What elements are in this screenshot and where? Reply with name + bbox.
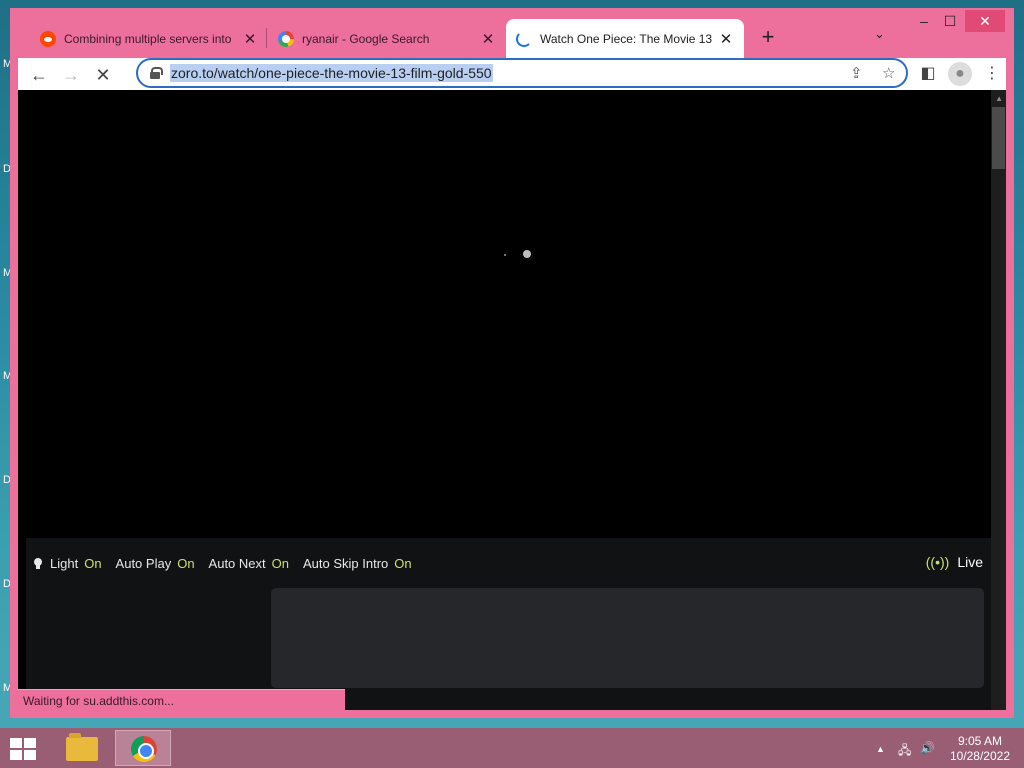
system-clock[interactable]: 9:05 AM 10/28/2022: [950, 734, 1010, 764]
close-tab-icon[interactable]: ✕: [242, 30, 258, 48]
show-hidden-icons-chevron-icon[interactable]: ▲: [876, 744, 885, 754]
volume-icon[interactable]: 🔊: [920, 741, 935, 755]
url-text[interactable]: zoro.to/watch/one-piece-the-movie-13-fil…: [170, 64, 493, 82]
forward-button[interactable]: →: [58, 62, 84, 88]
taskbar-chrome[interactable]: [115, 730, 171, 766]
page-content: Light On Auto Play On Auto Next On Auto …: [18, 90, 1006, 710]
player-toggle-row: Light On Auto Play On Auto Next On Auto …: [26, 538, 991, 588]
windows-taskbar: ▲ 🖧 🔊 9:05 AM 10/28/2022: [0, 728, 1024, 768]
live-button[interactable]: ((•)) Live: [926, 554, 983, 570]
network-icon[interactable]: 🖧: [898, 741, 911, 762]
share-icon[interactable]: ⇪: [850, 64, 863, 82]
toggle-label: Auto Play: [115, 555, 172, 571]
toggle-label: Light: [50, 555, 79, 571]
lightbulb-icon: [34, 557, 42, 569]
light-toggle[interactable]: Light On: [34, 556, 102, 571]
close-tab-icon[interactable]: ✕: [480, 30, 496, 48]
clock-time: 9:05 AM: [957, 734, 1002, 748]
tab-title: Watch One Piece: The Movie 13: [540, 31, 712, 46]
browser-toolbar: ← → ✕ zoro.to/watch/one-piece-the-movie-…: [18, 58, 1006, 90]
tab-search-icon[interactable]: ⌄: [874, 26, 885, 42]
tab-title: ryanair - Google Search: [302, 31, 430, 46]
auto-skip-intro-toggle[interactable]: Auto Skip Intro On: [303, 556, 412, 571]
auto-next-toggle[interactable]: Auto Next On: [209, 556, 289, 571]
address-bar[interactable]: zoro.to/watch/one-piece-the-movie-13-fil…: [136, 58, 908, 88]
taskbar-file-explorer[interactable]: [54, 730, 110, 766]
auto-play-toggle[interactable]: Auto Play On: [116, 556, 195, 571]
live-label: Live: [957, 554, 983, 570]
close-window-button[interactable]: ✕: [965, 10, 1005, 32]
windows-logo-icon: [24, 738, 36, 748]
side-panel-icon[interactable]: ◧: [916, 62, 940, 86]
new-tab-button[interactable]: +: [754, 23, 782, 51]
player-controls-panel: Light On Auto Play On Auto Next On Auto …: [26, 538, 991, 710]
status-bubble: Waiting for su.addthis.com...: [18, 689, 345, 710]
loading-spinner-icon: [516, 30, 532, 47]
loading-dot: [504, 254, 506, 256]
profile-avatar-icon[interactable]: ●: [948, 62, 972, 86]
reddit-icon: [40, 30, 56, 47]
back-button[interactable]: ←: [26, 62, 52, 88]
menu-kebab-icon[interactable]: ⋮: [980, 62, 1004, 86]
toggle-label: Auto Skip Intro: [302, 555, 389, 571]
tab-title: Combining multiple servers into: [64, 31, 232, 46]
stop-loading-button[interactable]: ✕: [90, 62, 116, 88]
tab-one-piece-active[interactable]: Watch One Piece: The Movie 13 ✕: [506, 19, 744, 58]
tab-strip: Combining multiple servers into ✕ ryanai…: [10, 8, 1014, 58]
scroll-up-arrow-icon[interactable]: ▲: [995, 94, 1003, 103]
lock-icon[interactable]: [150, 67, 163, 79]
windows-logo-icon: [10, 738, 22, 748]
loading-dot: [523, 250, 531, 258]
page-scrollbar[interactable]: ▲: [991, 90, 1006, 710]
maximize-button[interactable]: ☐: [930, 10, 970, 32]
tab-reddit[interactable]: Combining multiple servers into ✕: [30, 19, 268, 58]
server-list-panel: [271, 588, 984, 688]
tab-separator: [266, 28, 267, 48]
toggle-state: On: [394, 555, 412, 571]
scrollbar-thumb[interactable]: [992, 107, 1005, 169]
tab-google-search[interactable]: ryanair - Google Search ✕: [268, 19, 506, 58]
windows-logo-icon: [24, 750, 36, 760]
chrome-icon: [131, 736, 157, 762]
windows-logo-icon: [10, 750, 22, 760]
toggle-state: On: [271, 555, 289, 571]
close-tab-icon[interactable]: ✕: [718, 30, 734, 48]
toggle-label: Auto Next: [208, 555, 266, 571]
start-button[interactable]: [10, 738, 38, 760]
broadcast-icon: ((•)): [925, 554, 950, 570]
folder-icon: [66, 733, 98, 761]
browser-window: Combining multiple servers into ✕ ryanai…: [10, 8, 1014, 718]
toggle-state: On: [84, 555, 102, 571]
toggle-state: On: [177, 555, 195, 571]
bookmark-star-icon[interactable]: ☆: [882, 64, 895, 82]
google-icon: [278, 30, 294, 47]
clock-date: 10/28/2022: [949, 749, 1010, 763]
